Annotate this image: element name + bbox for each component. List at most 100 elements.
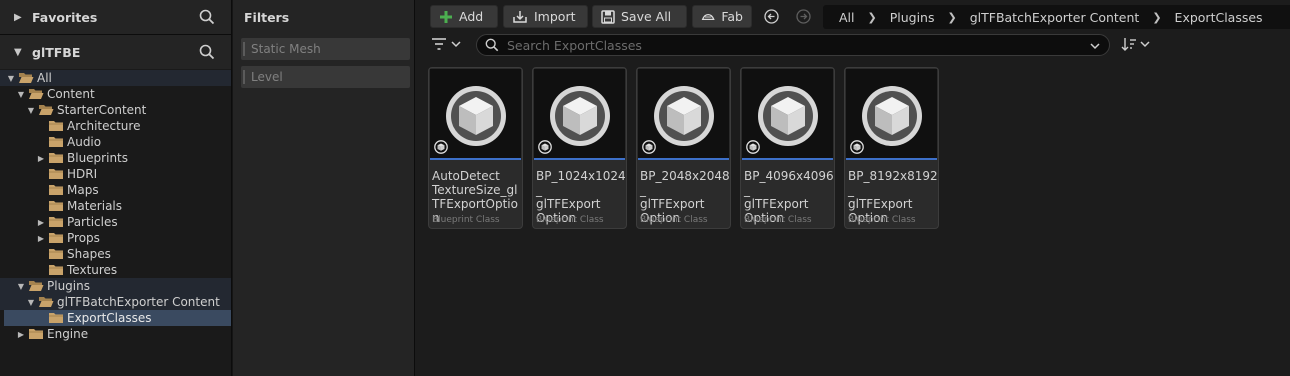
- asset-type: Blueprint Class: [432, 215, 500, 225]
- chevron-right-icon[interactable]: ▶: [36, 218, 46, 227]
- tree-item[interactable]: ▼ glTFBatchExporter Content: [0, 294, 231, 310]
- tree-item[interactable]: Maps: [0, 182, 231, 198]
- tree-item-label: Engine: [47, 327, 89, 341]
- asset-view: Add Import Save All Fab All ❯ Plugins ❯ …: [415, 0, 1290, 376]
- import-label: Import: [534, 9, 576, 24]
- folder-icon: [49, 249, 63, 259]
- tree-item-label: Audio: [67, 135, 102, 149]
- tree-item-label: HDRI: [67, 167, 98, 181]
- save-all-label: Save All: [621, 9, 672, 24]
- tree-item-label: Textures: [67, 263, 118, 277]
- sort-icon: [1121, 38, 1136, 51]
- forward-icon[interactable]: [796, 9, 811, 24]
- fab-label: Fab: [721, 9, 743, 24]
- tree-item[interactable]: ▼ Content: [0, 86, 231, 102]
- tree-item-label: Shapes: [67, 247, 111, 261]
- tree-item[interactable]: ▼ Plugins: [0, 278, 231, 294]
- chevron-down-icon[interactable]: ▼: [16, 282, 26, 291]
- breadcrumb: All ❯ Plugins ❯ glTFBatchExporter Conten…: [823, 5, 1290, 29]
- tree-item[interactable]: ▶ Props: [0, 230, 231, 246]
- tree-item[interactable]: ▼ All: [0, 70, 231, 86]
- project-header[interactable]: ▼ glTFBE: [0, 35, 231, 69]
- tree-item-label: Particles: [67, 215, 118, 229]
- add-button[interactable]: Add: [430, 5, 498, 28]
- chevron-down-icon: [1140, 41, 1150, 48]
- asset-tile[interactable]: BP_4096x4096_ glTFExport Option Blueprint…: [740, 67, 835, 229]
- sort-dropdown-button[interactable]: [1121, 37, 1151, 51]
- tree-item[interactable]: HDRI: [0, 166, 231, 182]
- import-icon: [513, 10, 527, 23]
- folder-icon: [49, 137, 63, 147]
- asset-tile[interactable]: BP_1024x1024_ glTFExport Option Blueprint…: [532, 67, 627, 229]
- breadcrumb-item[interactable]: Plugins: [890, 10, 935, 25]
- chevron-down-icon[interactable]: ▼: [26, 106, 36, 115]
- chevron-right-icon[interactable]: ❯: [868, 11, 877, 24]
- tree-item[interactable]: ▶ Engine: [0, 326, 231, 342]
- filters-title: Filters: [244, 10, 290, 25]
- chevron-down-icon[interactable]: ▼: [14, 47, 24, 58]
- asset-tile[interactable]: BP_8192x8192_ glTFExport Option Blueprint…: [844, 67, 939, 229]
- save-icon: [601, 9, 615, 24]
- import-button[interactable]: Import: [503, 5, 588, 28]
- breadcrumb-item[interactable]: All: [839, 10, 855, 25]
- folder-icon: [49, 217, 63, 227]
- chevron-down-icon[interactable]: ▼: [6, 74, 16, 83]
- tree-item[interactable]: ▶ Particles: [0, 214, 231, 230]
- save-all-button[interactable]: Save All: [592, 5, 687, 28]
- favorites-header[interactable]: ▶ Favorites: [0, 0, 231, 34]
- filter-static-mesh[interactable]: Static Mesh: [241, 38, 410, 60]
- chevron-right-icon[interactable]: ▶: [14, 12, 24, 23]
- filter-icon: [432, 38, 446, 50]
- asset-type-underline: [430, 158, 521, 160]
- tree-item[interactable]: Shapes: [0, 246, 231, 262]
- tree-item[interactable]: Textures: [0, 262, 231, 278]
- search-icon[interactable]: [199, 44, 215, 60]
- chevron-right-icon[interactable]: ❯: [948, 11, 957, 24]
- content-browser-sources-panel: ▶ Favorites ▼ glTFBE ▼ All ▼ Content ▼ Starte…: [0, 0, 232, 376]
- tree-item-label: Maps: [67, 183, 99, 197]
- filter-dropdown-button[interactable]: [431, 37, 462, 51]
- asset-type-underline: [534, 158, 625, 160]
- asset-tile[interactable]: BP_2048x2048_ glTFExport Option Blueprint…: [636, 67, 731, 229]
- filter-level[interactable]: Level: [241, 66, 410, 88]
- tree-item-label: Architecture: [67, 119, 141, 133]
- chevron-down-icon[interactable]: ▼: [26, 298, 36, 307]
- chevron-right-icon[interactable]: ▶: [16, 330, 26, 339]
- filter-color-bar: [243, 42, 245, 56]
- fab-button[interactable]: Fab: [692, 5, 752, 28]
- chevron-down-icon[interactable]: [1089, 41, 1101, 51]
- blueprint-class-icon: [850, 140, 864, 154]
- chevron-down-icon: [451, 41, 461, 48]
- tree-item[interactable]: Materials: [0, 198, 231, 214]
- back-icon[interactable]: [764, 9, 779, 24]
- chevron-right-icon[interactable]: ▶: [36, 234, 46, 243]
- search-input[interactable]: [505, 36, 1079, 54]
- tree-item[interactable]: ExportClasses: [4, 310, 231, 326]
- folder-tree: ▼ All ▼ Content ▼ StarterContent Architecture A…: [0, 70, 231, 342]
- chevron-right-icon[interactable]: ▶: [36, 154, 46, 163]
- breadcrumb-item[interactable]: glTFBatchExporter Content: [970, 10, 1140, 25]
- tree-item-label: StarterContent: [57, 103, 147, 117]
- asset-type-underline: [846, 158, 937, 160]
- tree-item-label: Content: [47, 87, 95, 101]
- search-icon[interactable]: [199, 9, 215, 25]
- tree-item[interactable]: Audio: [0, 134, 231, 150]
- folder-icon: [49, 169, 63, 179]
- tree-item[interactable]: ▼ StarterContent: [0, 102, 231, 118]
- tree-item-label: Materials: [67, 199, 123, 213]
- fab-icon: [701, 13, 715, 20]
- asset-type: Blueprint Class: [744, 215, 812, 225]
- asset-tile[interactable]: AutoDetect TextureSize_gl TFExportOption…: [428, 67, 523, 229]
- asset-type-underline: [742, 158, 833, 160]
- toolbar: Add Import Save All Fab All ❯ Plugins ❯ …: [415, 0, 1290, 34]
- breadcrumb-item[interactable]: ExportClasses: [1175, 10, 1263, 25]
- search-row: [415, 33, 1290, 57]
- favorites-label: Favorites: [32, 9, 98, 25]
- folder-icon: [49, 201, 63, 211]
- chevron-right-icon[interactable]: ❯: [1152, 11, 1161, 24]
- folder-open-icon: [19, 73, 34, 83]
- tree-item[interactable]: Architecture: [0, 118, 231, 134]
- chevron-down-icon[interactable]: ▼: [16, 90, 26, 99]
- asset-type: Blueprint Class: [536, 215, 604, 225]
- tree-item[interactable]: ▶ Blueprints: [0, 150, 231, 166]
